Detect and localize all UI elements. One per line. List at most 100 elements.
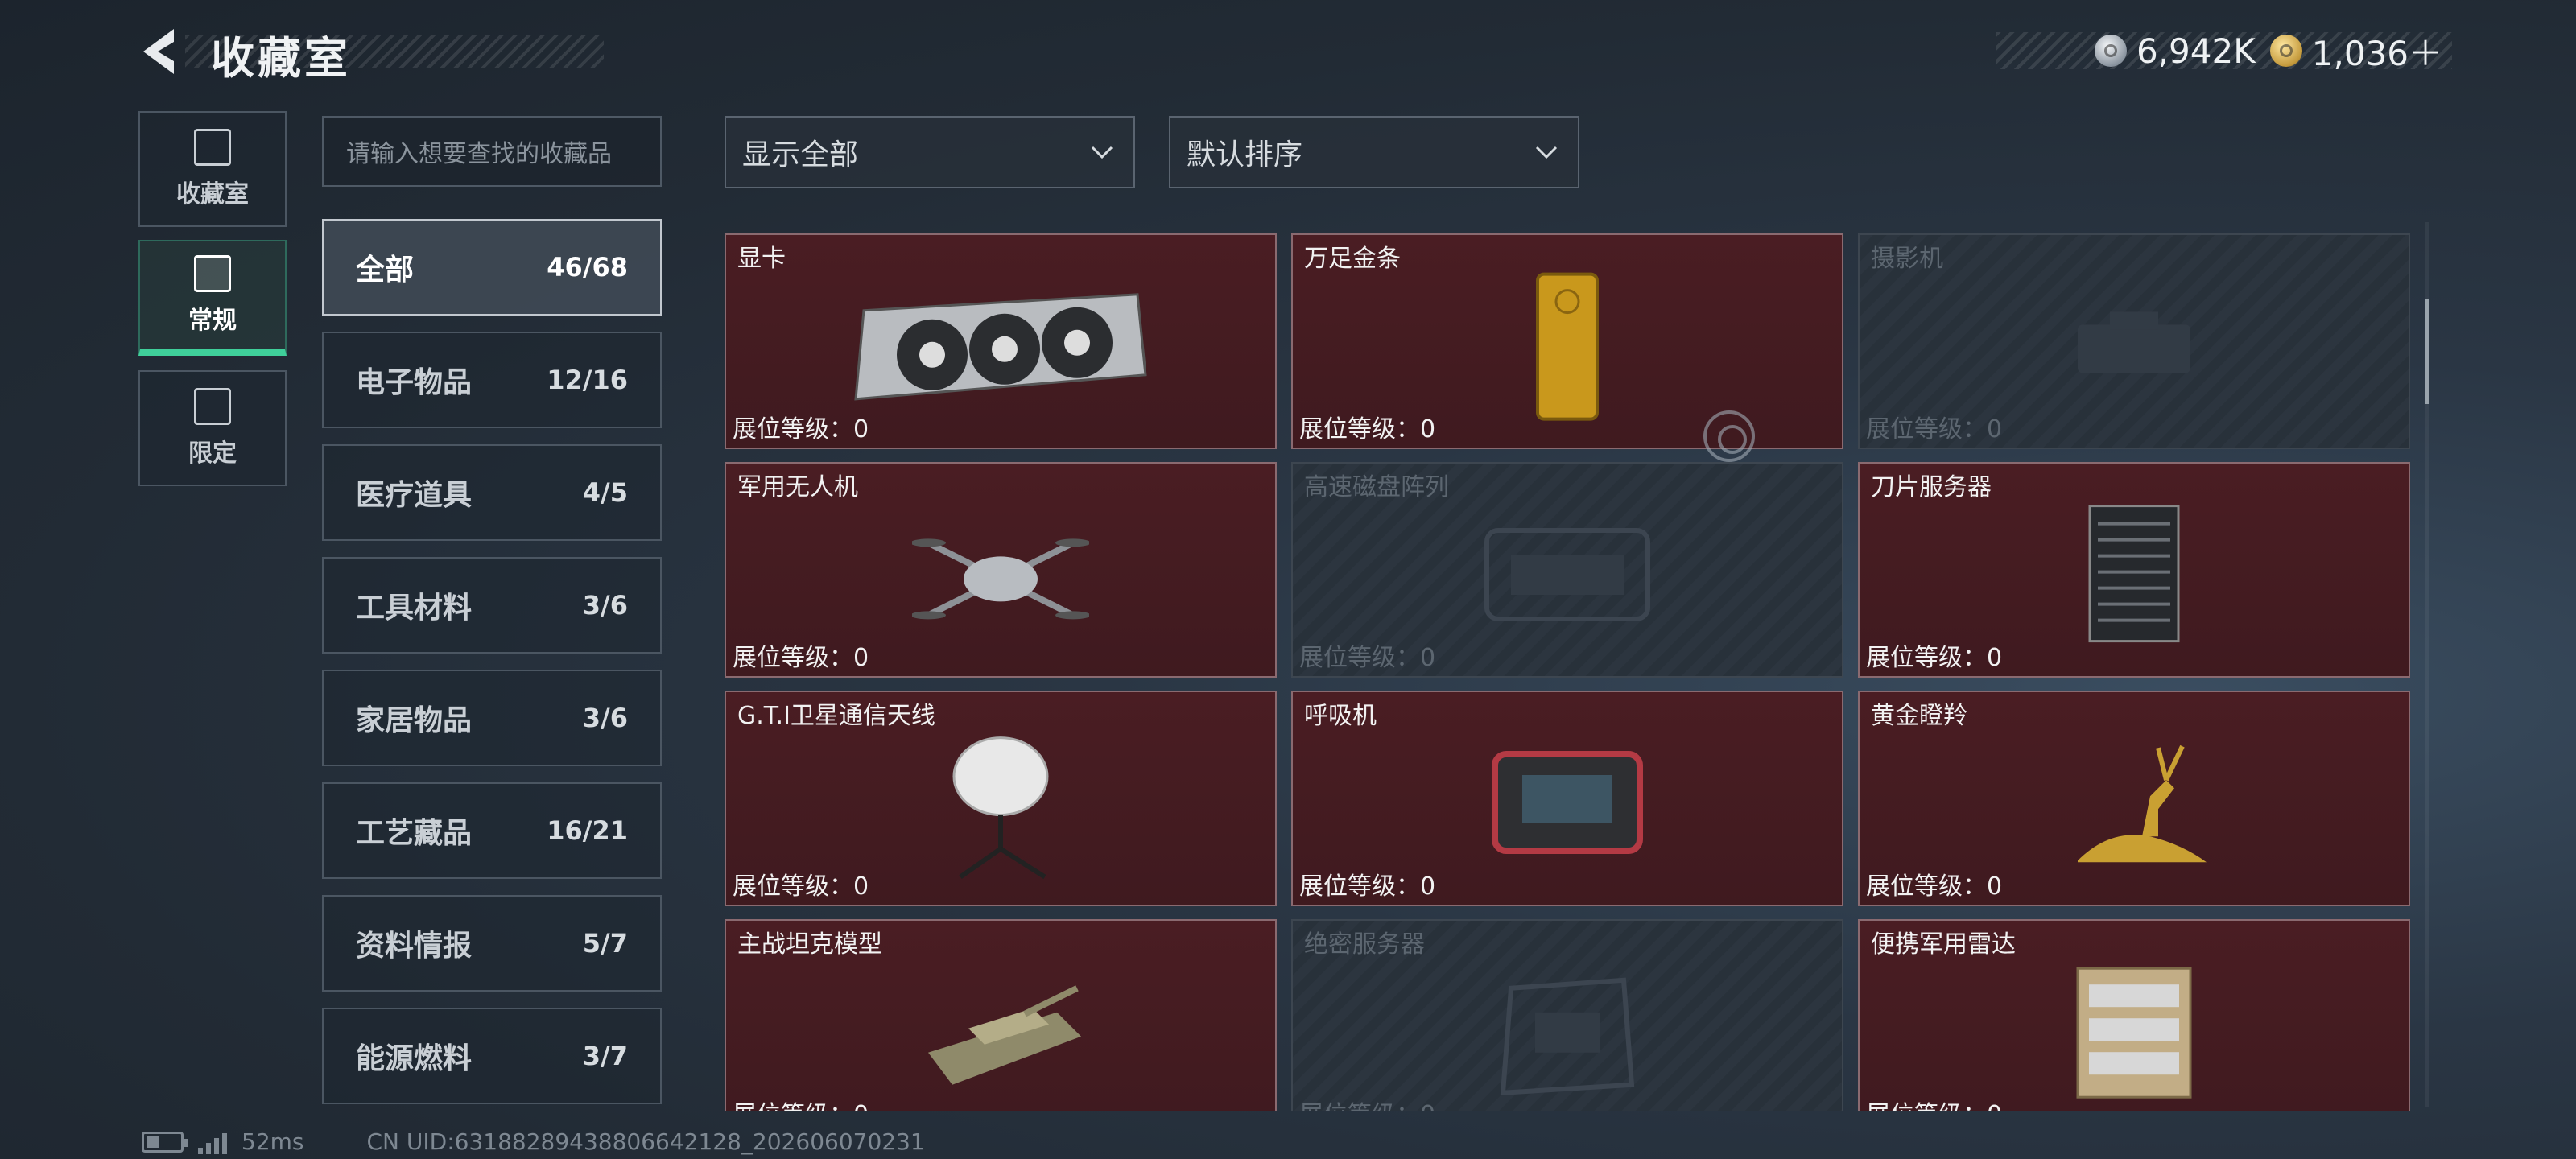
item-level: 展位等级：0 xyxy=(1299,872,1436,901)
item-card[interactable]: G.T.I卫星通信天线 展位等级：0 xyxy=(724,691,1277,906)
page-title: 收藏室 xyxy=(211,33,351,84)
portable-radar-icon xyxy=(2076,967,2192,1099)
display-filter-value: 显示全部 xyxy=(742,138,859,171)
silver-currency[interactable]: 6,942K xyxy=(2094,31,2256,71)
item-card-locked[interactable]: 高速磁盘阵列 展位等级：0 xyxy=(1291,462,1843,678)
category-count: 12/16 xyxy=(547,365,628,395)
item-name: 军用无人机 xyxy=(737,473,858,501)
item-name: 呼吸机 xyxy=(1304,702,1377,730)
item-level: 展位等级：0 xyxy=(1299,1095,1435,1111)
item-level: 展位等级：0 xyxy=(1866,415,2003,443)
nav-label: 限定 xyxy=(188,439,237,468)
category-label: 工艺藏品 xyxy=(356,817,473,850)
gold-currency[interactable]: 1,036＋ xyxy=(2269,27,2442,76)
category-label: 电子物品 xyxy=(356,366,473,399)
item-level: 展位等级：0 xyxy=(1866,644,2003,672)
item-level: 展位等级：0 xyxy=(733,644,869,672)
user-uid: CN UID:63188289438806642128_202606070231 xyxy=(366,1128,925,1155)
item-level: 展位等级：0 xyxy=(733,1095,869,1111)
item-card[interactable]: 便携军用雷达 展位等级：0 xyxy=(1858,919,2410,1111)
item-card-locked[interactable]: 绝密服务器 展位等级：0 xyxy=(1291,919,1843,1111)
blade-server-icon xyxy=(2088,505,2180,643)
sort-dropdown[interactable]: 默认排序 xyxy=(1169,116,1579,188)
item-card[interactable]: 军用无人机 展位等级：0 xyxy=(724,462,1277,678)
limited-items-icon xyxy=(194,388,231,425)
back-button[interactable] xyxy=(138,26,187,77)
item-name: 主战坦克模型 xyxy=(737,930,882,959)
status-footer: 52ms CN UID:63188289438806642128_2026060… xyxy=(142,1128,925,1155)
secret-server-icon xyxy=(1500,977,1635,1096)
category-count: 4/5 xyxy=(582,477,628,508)
satellite-antenna-icon xyxy=(952,736,1049,880)
grid-scroll-thumb[interactable] xyxy=(2425,299,2429,404)
item-card[interactable]: 呼吸机 展位等级：0 xyxy=(1291,691,1843,906)
signal-icon xyxy=(198,1130,227,1154)
item-level: 展位等级：0 xyxy=(733,872,869,901)
category-label: 家居物品 xyxy=(356,704,473,737)
item-level: 展位等级：0 xyxy=(1299,644,1436,672)
focus-ring-icon xyxy=(1703,410,1755,462)
category-label: 资料情报 xyxy=(356,930,473,963)
category-household[interactable]: 家居物品 3/6 xyxy=(322,670,662,766)
category-energy[interactable]: 能源燃料 3/7 xyxy=(322,1008,662,1104)
drone-icon xyxy=(912,538,1089,620)
category-electronics[interactable]: 电子物品 12/16 xyxy=(322,332,662,428)
graphics-card-icon xyxy=(854,293,1147,401)
silver-currency-value: 6,942K xyxy=(2136,31,2256,71)
camera-icon xyxy=(2078,311,2190,373)
nav-regular[interactable]: 常规 xyxy=(138,240,287,356)
item-card[interactable]: 黄金瞪羚 展位等级：0 xyxy=(1858,691,2410,906)
item-name: 便携军用雷达 xyxy=(1871,930,2016,959)
disk-array-icon xyxy=(1484,528,1650,621)
display-filter-dropdown[interactable]: 显示全部 xyxy=(724,116,1135,188)
regular-items-icon xyxy=(194,255,231,292)
silver-coin-icon xyxy=(2094,35,2127,67)
chevron-down-icon xyxy=(1535,146,1558,159)
category-crafts[interactable]: 工艺藏品 16/21 xyxy=(322,782,662,879)
category-label: 全部 xyxy=(356,254,415,287)
category-count: 5/7 xyxy=(582,928,628,959)
nav-label: 收藏室 xyxy=(176,180,249,208)
item-name: 万足金条 xyxy=(1304,245,1401,273)
back-arrow-icon xyxy=(143,29,174,74)
nav-collection-room[interactable]: 收藏室 xyxy=(138,111,287,227)
item-name: 刀片服务器 xyxy=(1871,473,1992,501)
gold-currency-value: 1,036＋ xyxy=(2311,33,2442,73)
item-name: 高速磁盘阵列 xyxy=(1304,473,1449,501)
item-card-locked[interactable]: 摄影机 展位等级：0 xyxy=(1858,233,2410,449)
item-name: 摄影机 xyxy=(1871,245,1943,273)
item-card[interactable]: 显卡 展位等级：0 xyxy=(724,233,1277,449)
item-level: 展位等级：0 xyxy=(733,415,869,443)
category-intel[interactable]: 资料情报 5/7 xyxy=(322,895,662,992)
category-count: 16/21 xyxy=(547,815,628,846)
nav-label: 常规 xyxy=(188,307,237,335)
item-card[interactable]: 主战坦克模型 展位等级：0 xyxy=(724,919,1277,1111)
item-card[interactable]: 万足金条 展位等级：0 xyxy=(1291,233,1843,449)
collection-grid: 显卡 展位等级：0 万足金条 展位等级：0 摄影机 展位等级：0 军用无人机 展… xyxy=(723,229,2415,1111)
tank-model-icon xyxy=(928,985,1081,1085)
category-all[interactable]: 全部 46/68 xyxy=(322,219,662,316)
item-level: 展位等级：0 xyxy=(1866,1095,2002,1111)
currency-bar: 6,942K 1,036＋ xyxy=(1996,31,2452,73)
search-input[interactable]: 请输入想要查找的收藏品 xyxy=(322,116,662,187)
sort-value: 默认排序 xyxy=(1187,138,1303,171)
ventilator-icon xyxy=(1492,751,1643,854)
item-name: 黄金瞪羚 xyxy=(1871,702,1967,730)
item-name: G.T.I卫星通信天线 xyxy=(737,702,935,730)
category-label: 工具材料 xyxy=(356,592,473,625)
battery-icon xyxy=(142,1131,188,1153)
category-medical[interactable]: 医疗道具 4/5 xyxy=(322,444,662,541)
nav-limited[interactable]: 限定 xyxy=(138,370,287,486)
category-count: 3/6 xyxy=(582,590,628,621)
item-level: 展位等级：0 xyxy=(1299,415,1436,443)
item-level: 展位等级：0 xyxy=(1866,872,2003,901)
item-name: 绝密服务器 xyxy=(1304,930,1425,959)
item-card[interactable]: 刀片服务器 展位等级：0 xyxy=(1858,462,2410,678)
category-label: 医疗道具 xyxy=(356,479,473,512)
gold-bar-icon xyxy=(1536,272,1599,421)
category-count: 3/6 xyxy=(582,703,628,733)
category-count: 46/68 xyxy=(547,252,628,283)
category-tools[interactable]: 工具材料 3/6 xyxy=(322,557,662,654)
chevron-down-icon xyxy=(1091,146,1113,159)
collection-room-icon xyxy=(194,129,231,166)
